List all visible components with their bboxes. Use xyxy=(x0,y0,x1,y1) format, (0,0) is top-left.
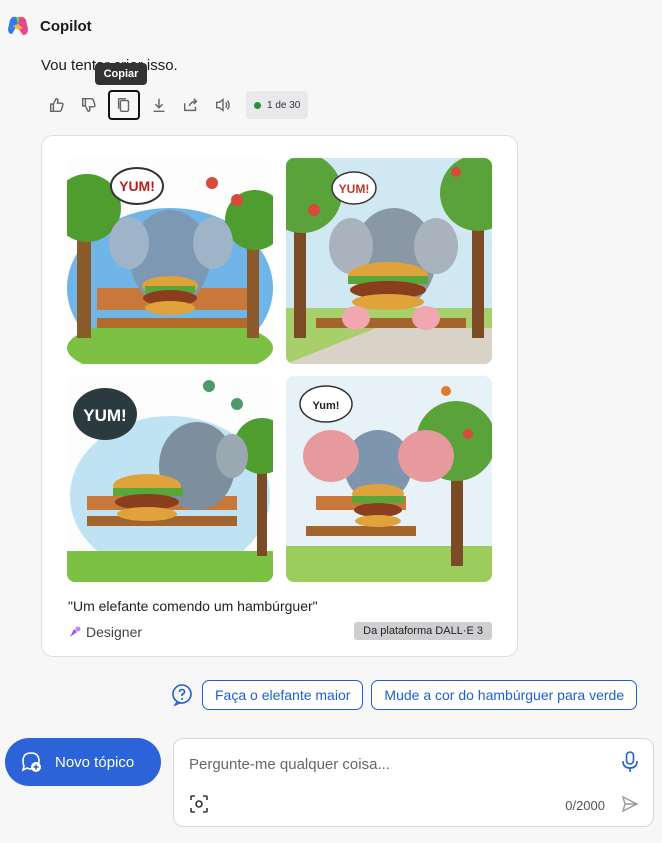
elephant-burger-illustration-1: YUM! xyxy=(67,158,273,364)
thumbs-up-icon xyxy=(49,97,64,113)
generated-image-1[interactable]: YUM! xyxy=(67,158,273,364)
message-actions: 1 de 30 xyxy=(44,90,309,120)
speech-bubble-4: Yum! xyxy=(313,400,340,412)
image-result-card: YUM! YUM! YUM! Yum! "Um elefante comendo… xyxy=(41,135,518,657)
read-aloud-button[interactable] xyxy=(210,90,236,120)
elephant-burger-illustration-3: YUM! xyxy=(67,376,273,582)
suggestion-chip[interactable]: Mude a cor do hambúrguer para verde xyxy=(371,680,638,710)
image-grid: YUM! YUM! YUM! Yum! xyxy=(67,158,493,582)
generated-image-3[interactable]: YUM! xyxy=(67,376,273,582)
suggestion-chip[interactable]: Faça o elefante maior xyxy=(202,680,364,710)
speaker-icon xyxy=(215,98,230,112)
response-counter-text: 1 de 30 xyxy=(267,99,301,111)
share-button[interactable] xyxy=(178,90,204,120)
download-button[interactable] xyxy=(146,90,172,120)
new-topic-button[interactable]: Novo tópico xyxy=(5,738,161,786)
copilot-logo-icon xyxy=(8,16,28,35)
copy-tooltip: Copiar xyxy=(95,63,147,85)
image-caption: "Um elefante comendo um hambúrguer" xyxy=(68,598,318,614)
copy-icon xyxy=(117,97,130,113)
app-header: Copilot xyxy=(6,14,92,38)
elephant-burger-illustration-4: Yum! xyxy=(286,376,492,582)
download-icon xyxy=(153,98,165,113)
copy-button[interactable] xyxy=(108,90,140,120)
elephant-burger-illustration-2: YUM! xyxy=(286,158,492,364)
speech-bubble-3: YUM! xyxy=(83,406,126,425)
char-count: 0/2000 xyxy=(565,798,605,813)
thumbs-down-icon xyxy=(81,97,96,113)
generated-image-4[interactable]: Yum! xyxy=(286,376,492,582)
thumbs-down-button[interactable] xyxy=(76,90,102,120)
send-icon[interactable] xyxy=(621,795,639,813)
designer-icon xyxy=(70,626,81,637)
microphone-icon[interactable] xyxy=(621,751,639,773)
composer: 0/2000 xyxy=(173,738,654,827)
designer-label: Designer xyxy=(86,624,143,640)
share-icon xyxy=(183,98,198,112)
help-question-icon[interactable] xyxy=(170,683,194,707)
dalle-badge: Da plataforma DALL·E 3 xyxy=(354,622,492,640)
new-chat-icon xyxy=(21,752,41,772)
designer-link[interactable]: Designer xyxy=(68,624,142,640)
prompt-input[interactable] xyxy=(189,753,589,775)
suggestion-bar: Faça o elefante maior Mude a cor do hamb… xyxy=(170,680,638,710)
speech-bubble-1: YUM! xyxy=(119,178,155,194)
thumbs-up-button[interactable] xyxy=(44,90,70,120)
generated-image-2[interactable]: YUM! xyxy=(286,158,492,364)
app-title: Copilot xyxy=(40,17,92,35)
image-scan-icon[interactable] xyxy=(190,795,208,813)
speech-bubble-2: YUM! xyxy=(339,182,370,196)
new-topic-label: Novo tópico xyxy=(55,753,135,771)
status-dot-icon xyxy=(254,101,261,109)
response-counter: 1 de 30 xyxy=(246,91,309,119)
